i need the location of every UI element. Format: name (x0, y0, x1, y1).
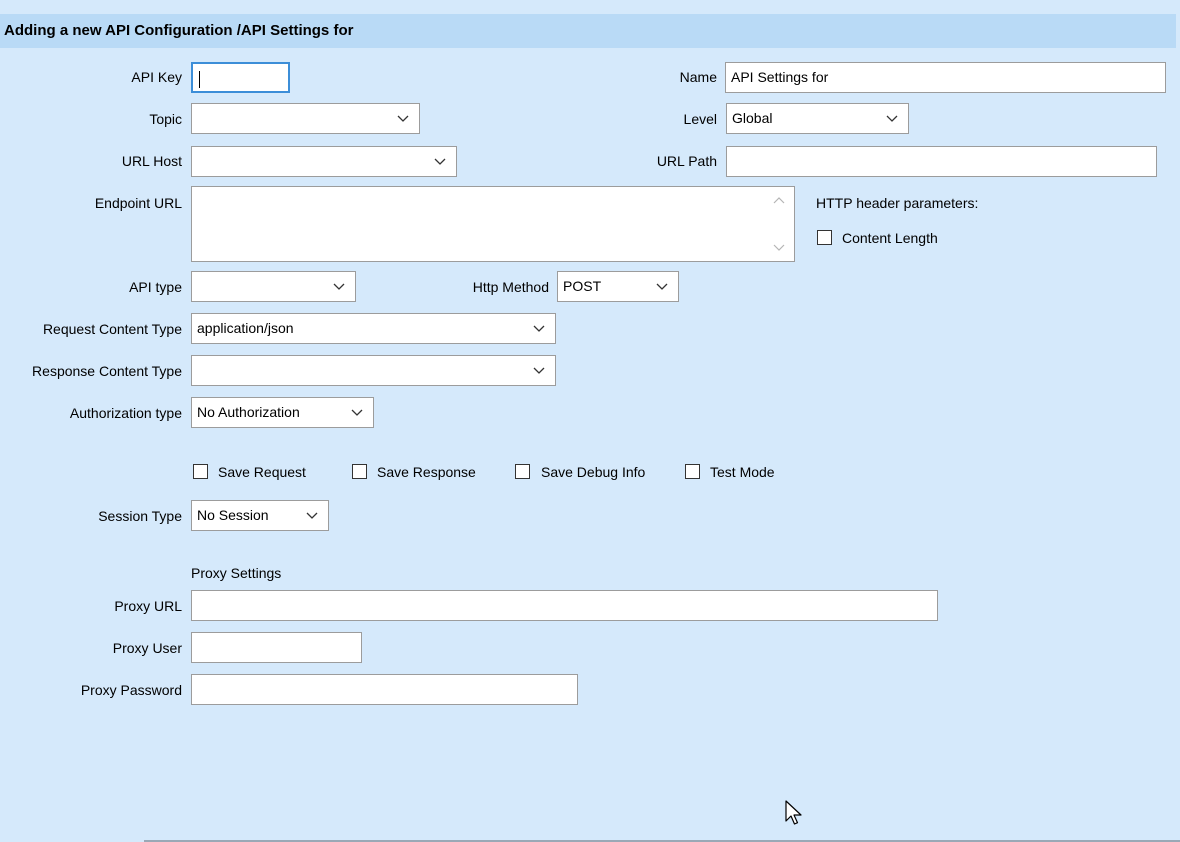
save-response-checkbox[interactable] (352, 464, 367, 479)
api-type-select[interactable] (191, 271, 356, 302)
request-content-type-select[interactable]: application/json (191, 313, 556, 344)
test-mode-label: Test Mode (710, 464, 775, 480)
chevron-down-icon (533, 325, 545, 332)
level-select[interactable]: Global (726, 103, 909, 134)
endpoint-url-textarea[interactable] (191, 186, 795, 262)
response-content-type-select[interactable] (191, 355, 556, 386)
proxy-url-input[interactable] (191, 590, 938, 621)
proxy-settings-title: Proxy Settings (191, 565, 282, 581)
url-host-select[interactable] (191, 146, 457, 177)
form-header: Adding a new API Configuration /API Sett… (0, 14, 1176, 48)
url-path-input[interactable] (726, 146, 1157, 177)
proxy-url-label: Proxy URL (114, 598, 182, 614)
request-content-type-label: Request Content Type (42, 321, 182, 337)
proxy-user-input[interactable] (191, 632, 362, 663)
proxy-user-label: Proxy User (112, 640, 182, 656)
session-type-select[interactable]: No Session (191, 500, 329, 531)
topic-label: Topic (149, 111, 182, 127)
api-type-label: API type (129, 279, 182, 295)
save-response-label: Save Response (377, 464, 476, 480)
save-debug-info-label: Save Debug Info (541, 464, 646, 480)
save-request-checkbox[interactable] (193, 464, 208, 479)
chevron-down-icon (533, 367, 545, 374)
chevron-down-icon (656, 283, 668, 290)
proxy-password-label: Proxy Password (80, 682, 182, 698)
chevron-down-icon (397, 115, 409, 122)
save-debug-info-checkbox[interactable] (515, 464, 530, 479)
endpoint-url-label: Endpoint URL (94, 195, 182, 211)
proxy-password-input[interactable] (191, 674, 578, 705)
session-type-label: Session Type (98, 508, 182, 524)
scroll-up-icon[interactable] (773, 195, 785, 207)
chevron-down-icon (351, 409, 363, 416)
text-caret (199, 70, 200, 88)
http-method-select[interactable]: POST (557, 271, 679, 302)
test-mode-checkbox[interactable] (685, 464, 700, 479)
response-content-type-label: Response Content Type (32, 363, 182, 379)
name-label: Name (679, 69, 717, 85)
content-length-label: Content Length (842, 230, 938, 246)
chevron-down-icon (886, 115, 898, 122)
content-length-checkbox[interactable] (817, 230, 832, 245)
scroll-down-icon[interactable] (773, 241, 785, 253)
url-path-label: URL Path (656, 153, 717, 169)
api-key-input[interactable] (191, 62, 290, 93)
authorization-type-label: Authorization type (69, 405, 182, 421)
topic-select[interactable] (191, 103, 420, 134)
chevron-down-icon (306, 512, 318, 519)
authorization-type-select[interactable]: No Authorization (191, 397, 374, 428)
http-method-label: Http Method (472, 279, 549, 295)
chevron-down-icon (434, 158, 446, 165)
mouse-pointer-icon (785, 800, 802, 825)
save-request-label: Save Request (218, 464, 306, 480)
api-key-label: API Key (131, 69, 182, 85)
url-host-label: URL Host (121, 153, 182, 169)
level-label: Level (683, 111, 717, 127)
chevron-down-icon (333, 283, 345, 290)
name-input[interactable]: API Settings for (725, 62, 1166, 93)
http-header-label: HTTP header parameters: (816, 195, 979, 211)
